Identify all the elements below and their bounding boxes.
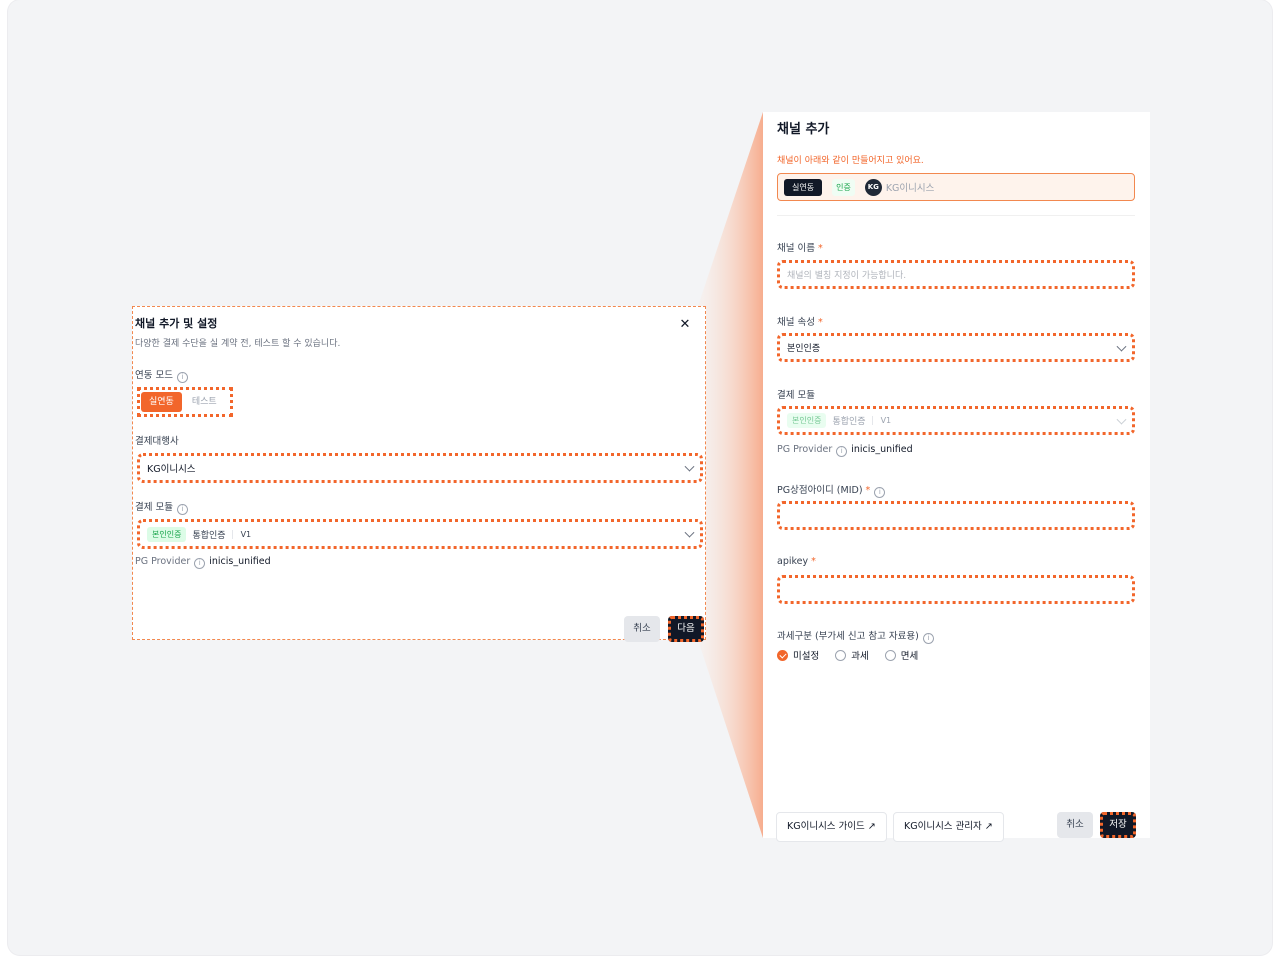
provider-line: PG Provider i inicis_unified bbox=[135, 556, 271, 569]
tax-option-exempt[interactable]: 면세 bbox=[884, 648, 919, 662]
channel-settings-dialog: 채널 추가 및 설정 다양한 결제 수단을 실 계약 전, 테스트 할 수 있습… bbox=[132, 306, 706, 642]
rp-module-select[interactable]: 본인인증 통합인증 V1 bbox=[777, 406, 1135, 435]
rp-provider-label: PG Provider bbox=[777, 444, 833, 455]
channel-name-input[interactable]: 채널의 별칭 지정이 가능합니다. bbox=[777, 260, 1135, 289]
module-select[interactable]: 본인인증 통합인증 V1 bbox=[137, 519, 703, 549]
tax-option-taxable[interactable]: 과세 bbox=[835, 648, 869, 662]
mode-option-live[interactable]: 실연동 bbox=[141, 392, 182, 412]
mode-label-text: 연동 모드 bbox=[135, 370, 173, 381]
tax-label-text: 과세구분 (부가세 신고 참고 자료용) bbox=[777, 631, 919, 642]
panel-title: 채널 추가 bbox=[777, 122, 830, 137]
radio-icon bbox=[835, 649, 847, 661]
zoom-beam-shape bbox=[698, 112, 763, 838]
tax-option-unset-label: 미설정 bbox=[793, 651, 820, 662]
mode-label: 연동 모드 i bbox=[135, 367, 188, 383]
tax-option-exempt-label: 면세 bbox=[900, 651, 919, 662]
kg-logo-icon: KG bbox=[864, 178, 882, 196]
cancel-button[interactable]: 취소 bbox=[624, 616, 660, 642]
mode-toggle: 실연동 테스트 bbox=[137, 387, 233, 417]
info-icon[interactable]: i bbox=[836, 446, 848, 457]
close-icon[interactable]: ✕ bbox=[678, 318, 692, 332]
channel-attr-label: 채널 속성 * bbox=[777, 314, 823, 328]
chevron-down-icon bbox=[684, 461, 695, 472]
channel-attr-value: 본인인증 bbox=[787, 344, 821, 354]
apikey-label-text: apikey bbox=[777, 556, 809, 567]
channel-name-placeholder: 채널의 별칭 지정이 가능합니다. bbox=[787, 271, 907, 281]
summary-pg-name: KG이니시스 bbox=[885, 183, 935, 194]
provider-label: PG Provider bbox=[135, 556, 191, 567]
required-mark: * bbox=[811, 556, 816, 567]
summary-type: 인증 bbox=[832, 178, 855, 196]
mode-option-test[interactable]: 테스트 bbox=[184, 392, 225, 412]
dialog-subtitle: 다양한 결제 수단을 실 계약 전, 테스트 할 수 있습니다. bbox=[135, 339, 341, 349]
chevron-down-icon bbox=[1116, 341, 1127, 352]
tax-option-taxable-label: 과세 bbox=[851, 651, 869, 662]
module-tag: 본인인증 bbox=[147, 526, 187, 542]
radio-checked-icon bbox=[777, 649, 788, 661]
dialog-title: 채널 추가 및 설정 bbox=[135, 317, 218, 330]
chevron-down-icon bbox=[684, 527, 695, 538]
rp-provider-line: PG Provider i inicis_unified bbox=[777, 444, 913, 457]
channel-name-label-text: 채널 이름 bbox=[777, 243, 815, 254]
rp-module-name: 통합인증 bbox=[832, 417, 866, 427]
pg-select[interactable]: KG이니시스 bbox=[137, 453, 703, 483]
pg-admin-button[interactable]: KG이니시스 관리자 ↗ bbox=[893, 812, 1004, 842]
apikey-label: apikey * bbox=[777, 556, 816, 567]
rp-cancel-button[interactable]: 취소 bbox=[1057, 812, 1093, 838]
required-mark: * bbox=[817, 243, 823, 254]
mid-input[interactable] bbox=[777, 501, 1135, 530]
radio-icon bbox=[884, 649, 896, 661]
info-icon[interactable]: i bbox=[176, 372, 188, 383]
tax-radio-group: 미설정 과세 면세 bbox=[777, 648, 918, 662]
required-mark: * bbox=[865, 485, 871, 496]
rp-provider-value: inicis_unified bbox=[851, 444, 913, 455]
module-label-text: 결제 모듈 bbox=[135, 502, 173, 513]
module-label: 결제 모듈 i bbox=[135, 499, 188, 515]
tax-option-unset[interactable]: 미설정 bbox=[777, 648, 819, 662]
pg-label: 결제대행사 bbox=[135, 436, 179, 447]
mid-label-text: PG상점아이디 (MID) bbox=[777, 485, 863, 496]
info-icon[interactable]: i bbox=[194, 558, 206, 569]
channel-summary: 실연동 인증 KG KG이니시스 bbox=[777, 173, 1135, 201]
summary-mode: 실연동 bbox=[784, 178, 823, 196]
tax-label: 과세구분 (부가세 신고 참고 자료용) i bbox=[777, 628, 934, 644]
channel-attr-select[interactable]: 본인인증 bbox=[777, 333, 1135, 362]
save-button[interactable]: 저장 bbox=[1100, 812, 1136, 838]
canvas: 채널 추가 및 설정 다양한 결제 수단을 실 계약 전, 테스트 할 수 있습… bbox=[8, 0, 1272, 955]
info-icon[interactable]: i bbox=[874, 487, 886, 498]
module-version: V1 bbox=[231, 529, 251, 539]
rp-module-label: 결제 모듈 bbox=[777, 390, 815, 401]
next-button[interactable]: 다음 bbox=[668, 616, 704, 642]
info-icon[interactable]: i bbox=[176, 504, 188, 515]
chevron-down-icon bbox=[1116, 414, 1127, 425]
rp-module-version: V1 bbox=[871, 416, 891, 425]
pg-guide-button[interactable]: KG이니시스 가이드 ↗ bbox=[776, 812, 887, 842]
panel-notice: 채널이 아래와 같이 만들어지고 있어요. bbox=[777, 156, 924, 166]
module-name: 통합인증 bbox=[192, 530, 226, 541]
mid-label: PG상점아이디 (MID) * i bbox=[777, 482, 886, 498]
add-channel-panel: 채널 추가 채널이 아래와 같이 만들어지고 있어요. 실연동 인증 KG KG… bbox=[763, 112, 1150, 842]
provider-value: inicis_unified bbox=[209, 556, 271, 567]
rp-module-tag: 본인인증 bbox=[787, 413, 827, 428]
channel-name-label: 채널 이름 * bbox=[777, 240, 823, 254]
info-icon[interactable]: i bbox=[922, 633, 934, 644]
pg-select-value: KG이니시스 bbox=[147, 464, 196, 475]
channel-attr-label-text: 채널 속성 bbox=[777, 317, 815, 328]
divider bbox=[777, 215, 1135, 216]
required-mark: * bbox=[817, 317, 823, 328]
apikey-input[interactable] bbox=[777, 575, 1135, 604]
